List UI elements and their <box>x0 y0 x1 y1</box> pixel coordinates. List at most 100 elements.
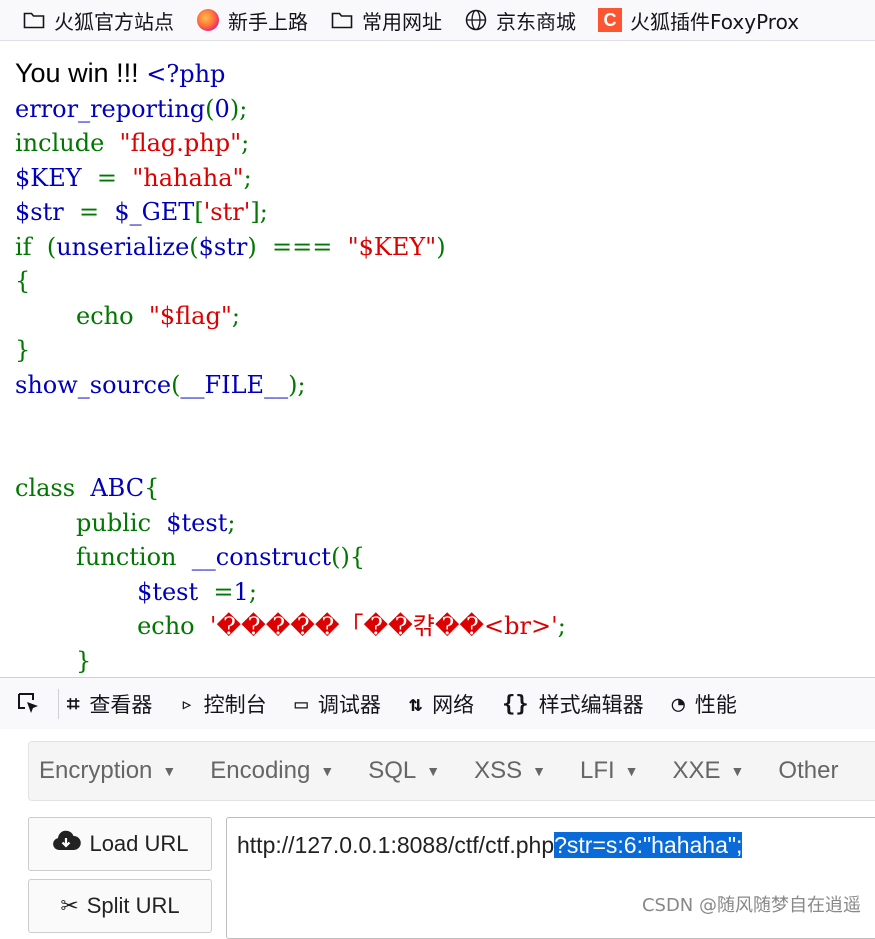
devtools-tab-performance[interactable]: ◔ 性能 <box>672 689 737 719</box>
hackbar-menu-xss[interactable]: XSS ▼ <box>474 757 546 785</box>
devtools-tab-style-editor[interactable]: {} 样式编辑器 <box>502 689 644 719</box>
hackbar-menu-encryption[interactable]: Encryption ▼ <box>39 757 176 785</box>
code-token: echo <box>15 612 203 640</box>
hackbar-menu-label: XSS <box>474 757 523 784</box>
devtools-tab-label: 控制台 <box>203 693 267 717</box>
bookmark-label: 京东商城 <box>496 9 576 34</box>
hackbar-menu-label: LFI <box>579 757 615 784</box>
devtools-tab-label: 性能 <box>694 693 737 717</box>
code-token: ; <box>243 163 252 192</box>
code-token: include <box>15 129 112 157</box>
code-token: "$flag" <box>141 301 232 330</box>
bookmark-firefox-official[interactable]: 火狐官方站点 <box>22 6 174 35</box>
bookmark-foxyproxy[interactable]: C 火狐插件FoxyProx <box>598 6 799 35</box>
devtools-tab-label: 网络 <box>432 693 475 717</box>
code-token: ( <box>189 232 199 261</box>
code-token: = <box>71 198 107 226</box>
code-token: 'str' <box>203 198 251 226</box>
code-token: ( <box>205 94 215 123</box>
hackbar-panel: Encryption ▼ Encoding ▼ SQL ▼ XSS ▼ LFI ▼ XXE ▼ Othe… <box>0 729 875 939</box>
csdn-watermark: CSDN @随风随梦自在逍遥 <box>641 895 861 916</box>
code-token: $_GET <box>106 198 195 226</box>
code-token: "flag.php" <box>111 129 242 157</box>
split-url-button[interactable]: ✂ Split URL <box>28 879 212 933</box>
devtools-toolbar: ⌗ 查看器 ▹ 控制台 ▭ 调试器 ⇅ 网络 {} 样式编辑器 ◔ 性能 <box>0 677 875 731</box>
code-token: show_source <box>15 370 172 399</box>
code-token: $test <box>158 508 228 537</box>
load-url-label: Load URL <box>89 831 189 856</box>
hackbar-menu-label: SQL <box>368 757 417 784</box>
hackbar-menu-other[interactable]: Other <box>778 757 838 785</box>
hackbar-menu-xxe[interactable]: XXE ▼ <box>673 757 745 785</box>
devtools-tab-console[interactable]: ▹ 控制台 <box>180 689 266 719</box>
toolbar-divider <box>58 689 59 719</box>
code-token: error_reporting <box>15 94 206 123</box>
bookmark-label: 火狐插件FoxyProx <box>630 9 800 34</box>
code-token: $str <box>198 232 248 261</box>
code-token: === <box>264 232 340 261</box>
dropdown-caret-icon: ▼ <box>532 763 546 779</box>
code-token: function <box>15 543 185 571</box>
code-token: __FILE__ <box>180 370 289 399</box>
code-token: '�����「��캮��<br>' <box>202 612 558 640</box>
bookmark-getting-started[interactable]: 新手上路 <box>196 6 308 35</box>
code-line: } <box>15 644 566 678</box>
code-token: { <box>15 267 31 295</box>
code-token: ABC <box>82 474 145 502</box>
url-textarea[interactable]: http://127.0.0.1:8088/ctf/ctf.php?str=s:… <box>226 817 875 939</box>
code-line: $KEY = "hahaha"; <box>15 161 566 196</box>
bookmark-common-sites[interactable]: 常用网址 <box>330 6 442 35</box>
code-token: } <box>15 646 92 675</box>
code-token: (){ <box>331 543 366 571</box>
code-line: if (unserialize($str) === "$KEY") <box>15 230 566 265</box>
code-line <box>15 402 566 437</box>
code-line: function __construct(){ <box>15 540 566 575</box>
code-token: ; <box>241 129 250 157</box>
code-line: echo '�����「��캮��<br>'; <box>15 609 566 644</box>
code-token: public <box>15 508 159 537</box>
hackbar-menu-encoding[interactable]: Encoding ▼ <box>210 757 334 785</box>
code-line: } <box>15 333 566 368</box>
cloud-download-icon <box>51 830 82 858</box>
scissors-icon: ✂ <box>60 893 79 918</box>
win-message: You win !!! <box>15 58 139 88</box>
hackbar-menu-label: Encryption <box>39 757 153 784</box>
code-token: ; <box>248 577 257 606</box>
style-editor-icon: {} <box>502 691 529 717</box>
bookmarks-toolbar: 火狐官方站点 新手上路 常用网址 京东商城 C 火狐插件FoxyProx <box>0 0 875 41</box>
element-picker-icon[interactable] <box>14 689 44 719</box>
split-url-label: Split URL <box>86 893 180 918</box>
devtools-tab-label: 查看器 <box>89 693 153 717</box>
code-token: class <box>15 474 83 502</box>
devtools-tab-label: 调试器 <box>317 693 381 717</box>
hackbar-menu-sql[interactable]: SQL ▼ <box>368 757 440 785</box>
page-content: You win !!! <?php error_reporting(0); incl… <box>0 41 875 677</box>
dropdown-caret-icon: ▼ <box>162 763 177 779</box>
devtools-tab-debugger[interactable]: ▭ 调试器 <box>295 689 381 719</box>
csdn-c-icon: C <box>598 8 622 32</box>
code-line: You win !!! <?php <box>15 56 566 92</box>
hackbar-menu-label: Encoding <box>210 757 311 784</box>
hackbar-menu-lfi[interactable]: LFI ▼ <box>580 757 639 785</box>
code-token: 1 <box>233 577 249 606</box>
hackbar-menu: Encryption ▼ Encoding ▼ SQL ▼ XSS ▼ LFI ▼ XXE ▼ Othe… <box>28 741 875 801</box>
console-icon: ▹ <box>180 691 194 717</box>
devtools-tab-inspector[interactable]: ⌗ 查看器 <box>67 689 152 719</box>
devtools-tab-network[interactable]: ⇅ 网络 <box>409 689 474 719</box>
code-token: ; <box>231 301 240 330</box>
code-token: ); <box>229 94 248 123</box>
dropdown-caret-icon: ▼ <box>730 763 745 779</box>
code-line: $str = $_GET['str']; <box>15 195 566 230</box>
devtools-tab-label: 样式编辑器 <box>538 693 644 717</box>
load-url-button[interactable]: Load URL <box>28 817 212 871</box>
code-line: include "flag.php"; <box>15 126 566 161</box>
bookmark-jd[interactable]: 京东商城 <box>464 6 576 35</box>
code-line <box>15 437 566 472</box>
code-token: unserialize <box>56 232 190 261</box>
code-token: ) <box>247 232 265 261</box>
code-line: echo "$flag"; <box>15 299 566 334</box>
code-token: } <box>15 336 31 364</box>
code-line: public $test; <box>15 506 566 541</box>
code-token: ]; <box>250 198 268 226</box>
